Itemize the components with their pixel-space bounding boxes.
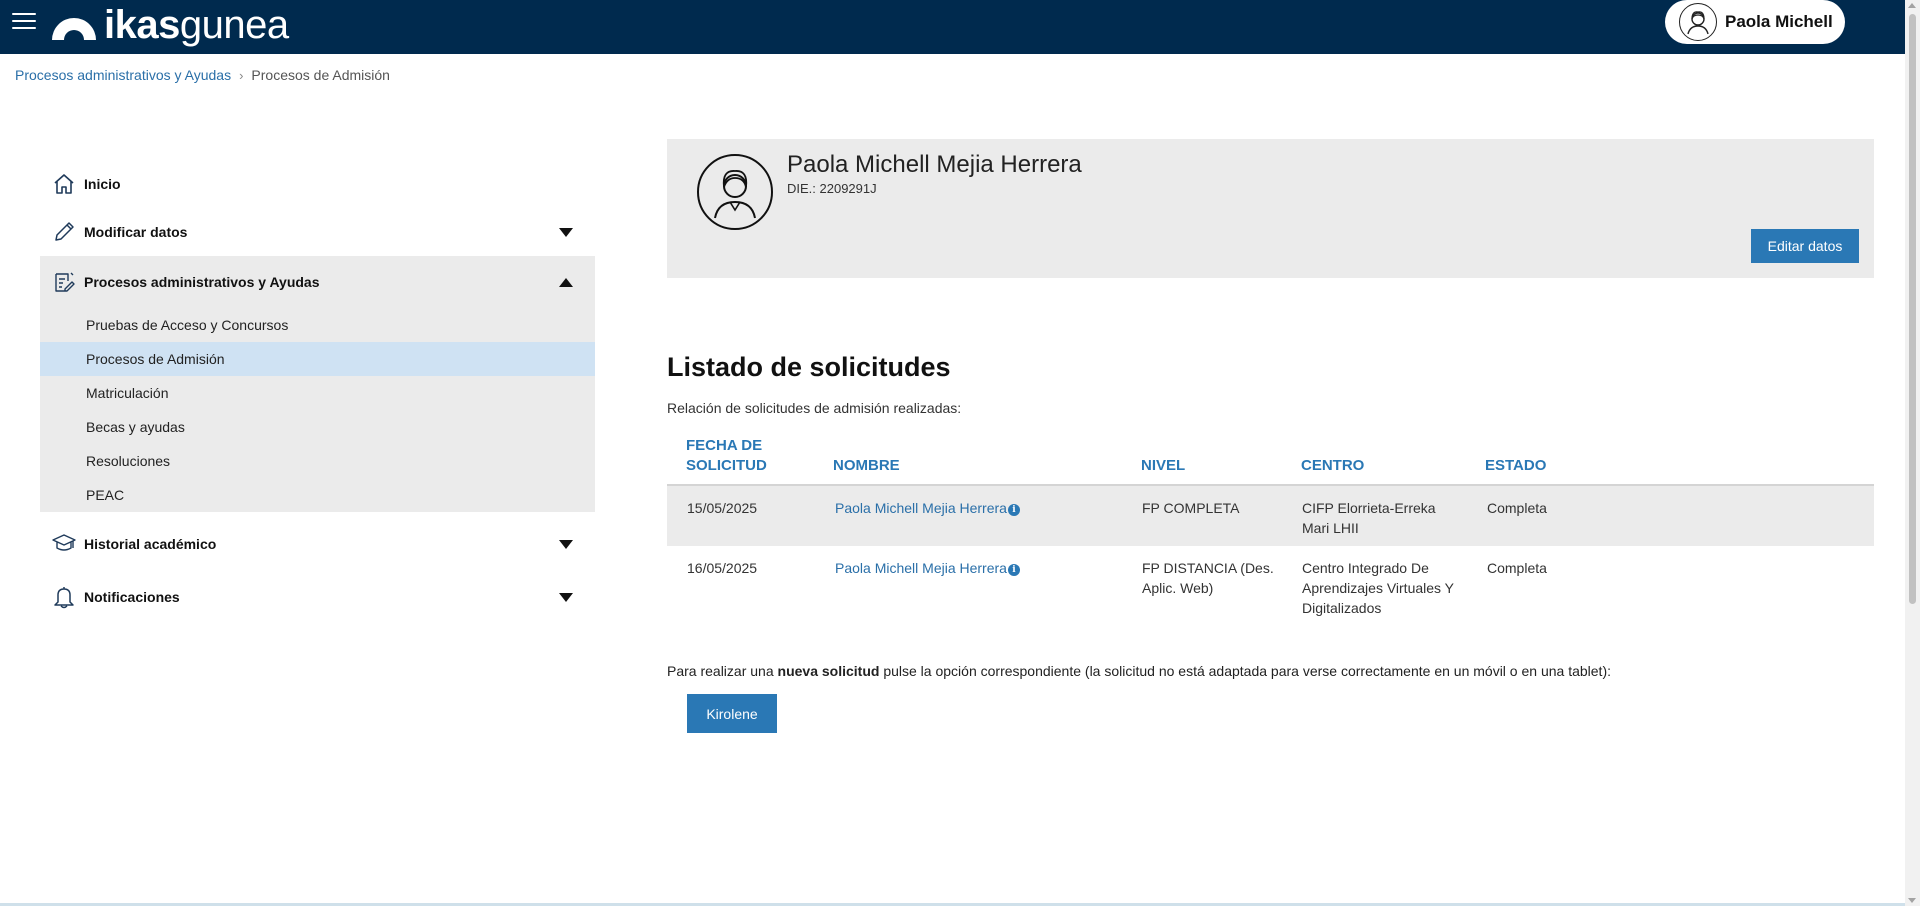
cell-centro: CIFP Elorrieta-Erreka Mari LHII xyxy=(1302,498,1436,538)
sidebar-subitem-resoluciones[interactable]: Resoluciones xyxy=(40,444,595,478)
chevron-down-icon[interactable] xyxy=(559,228,573,237)
logo-arc-icon xyxy=(52,18,96,40)
cell-nivel-line2: Aplic. Web) xyxy=(1142,580,1214,596)
scroll-down-icon[interactable] xyxy=(1908,898,1916,903)
chevron-down-icon[interactable] xyxy=(559,593,573,602)
user-name: Paola Michell xyxy=(1725,12,1833,31)
sidebar-item-historial[interactable]: Historial académico xyxy=(40,516,595,572)
sidebar-group-procesos: Procesos administrativos y Ayudas Prueba… xyxy=(40,256,595,512)
cell-nivel: FP COMPLETA xyxy=(1142,498,1240,518)
menu-icon[interactable] xyxy=(12,13,36,31)
breadcrumb: Procesos administrativos y Ayudas › Proc… xyxy=(15,67,390,83)
breadcrumb-parent-link[interactable]: Procesos administrativos y Ayudas xyxy=(15,67,231,83)
cell-estado: Completa xyxy=(1487,500,1547,516)
edit-data-button[interactable]: Editar datos xyxy=(1751,229,1859,263)
table-header: FECHA DE SOLICITUD NOMBRE NIVEL CENTRO E… xyxy=(667,430,1874,486)
cell-centro-line3: Digitalizados xyxy=(1302,600,1382,616)
breadcrumb-separator-icon: › xyxy=(239,67,244,83)
sidebar-subitem-matriculacion[interactable]: Matriculación xyxy=(40,376,595,410)
sidebar-item-label: Historial académico xyxy=(84,536,217,552)
cell-nivel: FP DISTANCIA (Des. Aplic. Web) xyxy=(1142,558,1274,598)
ikasgunea-logo[interactable]: ikasgunea xyxy=(50,0,289,50)
logo-text-light: gunea xyxy=(179,3,289,47)
top-navigation-bar: ikasgunea Paola Michell xyxy=(0,0,1905,54)
sidebar-item-procesos-administrativos[interactable]: Procesos administrativos y Ayudas xyxy=(40,256,595,308)
table-row: 16/05/2025 Paola Michell Mejia Herrera i … xyxy=(667,546,1874,626)
profile-die: DIE.: 2209291J xyxy=(787,181,877,196)
column-header-fecha-line1: FECHA DE xyxy=(686,437,763,454)
cell-nivel-line1: FP DISTANCIA (Des. xyxy=(1142,560,1274,576)
pencil-icon xyxy=(52,220,76,244)
profile-card: Paola Michell Mejia Herrera DIE.: 220929… xyxy=(667,139,1874,278)
table-row: 15/05/2025 Paola Michell Mejia Herrera i … xyxy=(667,486,1874,546)
cell-centro-line1: Centro Integrado De xyxy=(1302,560,1429,576)
cell-nivel-line1: FP COMPLETA xyxy=(1142,500,1240,516)
sidebar-item-label: Notificaciones xyxy=(84,589,180,605)
cell-nombre: Paola Michell Mejia Herrera i xyxy=(835,558,1020,578)
cell-fecha: 15/05/2025 xyxy=(687,500,758,516)
column-header-nombre: NOMBRE xyxy=(833,457,900,474)
sidebar-item-label: Modificar datos xyxy=(84,224,188,240)
cell-estado: Completa xyxy=(1487,560,1547,576)
profile-name: Paola Michell Mejia Herrera xyxy=(787,151,1082,178)
chevron-up-icon[interactable] xyxy=(559,278,573,287)
user-menu-button[interactable]: Paola Michell xyxy=(1665,0,1845,44)
cell-centro-line2: Mari LHII xyxy=(1302,520,1359,536)
scroll-up-icon[interactable] xyxy=(1908,3,1916,8)
request-name-link[interactable]: Paola Michell Mejia Herrera xyxy=(835,500,1007,516)
column-header-centro: CENTRO xyxy=(1301,457,1365,474)
sidebar-item-label: Procesos administrativos y Ayudas xyxy=(84,274,320,290)
cell-centro: Centro Integrado De Aprendizajes Virtual… xyxy=(1302,558,1454,618)
info-icon[interactable]: i xyxy=(1007,564,1020,576)
page-title: Listado de solicitudes xyxy=(667,352,951,382)
column-header-nivel: NIVEL xyxy=(1141,457,1186,474)
scrollbar-thumb[interactable] xyxy=(1909,14,1916,604)
sidebar-subitem-becas[interactable]: Becas y ayudas xyxy=(40,410,595,444)
column-header-fecha: FECHA DE SOLICITUD xyxy=(686,436,767,476)
sidebar-item-modificar-datos[interactable]: Modificar datos xyxy=(40,208,595,256)
requests-table: FECHA DE SOLICITUD NOMBRE NIVEL CENTRO E… xyxy=(667,430,1874,626)
user-avatar-icon xyxy=(697,154,773,230)
breadcrumb-current: Procesos de Admisión xyxy=(251,67,390,83)
cell-fecha: 16/05/2025 xyxy=(687,560,758,576)
sidebar-item-inicio[interactable]: Inicio xyxy=(40,160,595,208)
cell-centro-line2: Aprendizajes Virtuales Y xyxy=(1302,580,1455,596)
new-request-text-before: Para realizar una xyxy=(667,663,778,679)
sidebar-subitem-pruebas[interactable]: Pruebas de Acceso y Concursos xyxy=(40,308,595,342)
list-description: Relación de solicitudes de admisión real… xyxy=(667,400,962,416)
info-icon[interactable]: i xyxy=(1007,504,1020,516)
new-request-text-bold: nueva solicitud xyxy=(777,663,880,679)
new-request-note: Para realizar una nueva solicitud pulse … xyxy=(667,663,1611,679)
chevron-down-icon[interactable] xyxy=(559,540,573,549)
kirolene-button[interactable]: Kirolene xyxy=(687,694,777,733)
sidebar-subitem-peac[interactable]: PEAC xyxy=(40,478,595,512)
column-header-estado: ESTADO xyxy=(1485,457,1547,474)
graduation-cap-icon xyxy=(52,532,76,556)
sidebar-subitem-procesos-admision[interactable]: Procesos de Admisión xyxy=(40,342,595,376)
user-avatar-icon xyxy=(1679,3,1717,41)
request-name-link[interactable]: Paola Michell Mejia Herrera xyxy=(835,560,1007,576)
sidebar-nav: Inicio Modificar datos Procesos administ… xyxy=(40,160,595,622)
cell-centro-line1: CIFP Elorrieta-Erreka xyxy=(1302,500,1436,516)
document-edit-icon xyxy=(52,270,76,294)
sidebar-item-notificaciones[interactable]: Notificaciones xyxy=(40,572,595,622)
home-icon xyxy=(52,172,76,196)
sidebar-item-label: Inicio xyxy=(84,176,121,192)
page-scrollbar[interactable] xyxy=(1905,0,1920,906)
column-header-fecha-line2: SOLICITUD xyxy=(686,457,767,474)
new-request-text-after: pulse la opción correspondiente (la soli… xyxy=(879,663,1611,679)
logo-text-bold: ikas xyxy=(104,3,180,47)
bell-icon xyxy=(52,585,76,609)
logo-text: ikasgunea xyxy=(104,3,289,47)
cell-nombre: Paola Michell Mejia Herrera i xyxy=(835,498,1020,518)
